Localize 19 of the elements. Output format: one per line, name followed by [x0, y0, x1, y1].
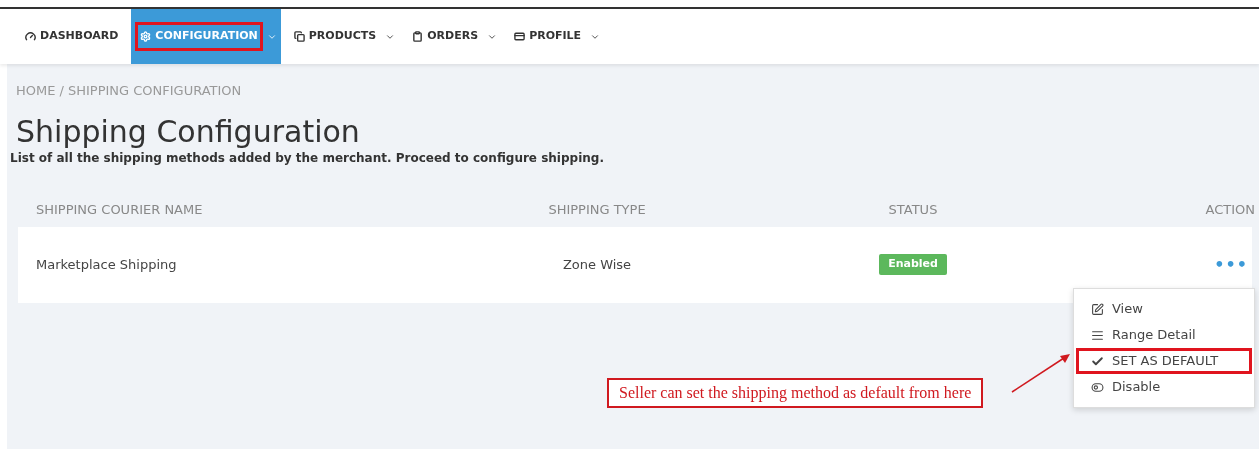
nav-tab[interactable]: PRODUCTS — [284, 9, 400, 64]
nav-tab[interactable]: ORDERS — [403, 9, 502, 64]
menu-item[interactable]: View — [1076, 296, 1252, 322]
column-header: SHIPPING TYPE — [547, 200, 647, 219]
menu-item[interactable]: SET AS DEFAULT — [1076, 348, 1252, 374]
nav-tab[interactable]: PROFILE — [505, 9, 605, 64]
column-header: SHIPPING COURIER NAME — [35, 200, 204, 219]
column-header: STATUS — [887, 200, 939, 219]
status-label: Enabled — [879, 254, 947, 275]
breadcrumb-item: / SHIPPING CONFIGURATION — [59, 82, 242, 100]
table-cell-text: Marketplace Shipping — [35, 255, 178, 274]
nav-tab[interactable]: DASHBOARD — [16, 9, 128, 64]
menu-item[interactable]: Range Detail — [1076, 322, 1252, 348]
table-cell-text: Zone Wise — [561, 255, 633, 274]
annotation-callout: Seller can set the shipping method as default from here — [607, 378, 984, 408]
menu-item[interactable]: Disable — [1076, 374, 1252, 400]
column-header: ACTION — [1204, 200, 1255, 219]
page-subtitle: List of all the shipping methods added by the merchant. Proceed to configure shipping. — [9, 149, 605, 167]
page-title: Shipping Configuration — [15, 114, 361, 149]
